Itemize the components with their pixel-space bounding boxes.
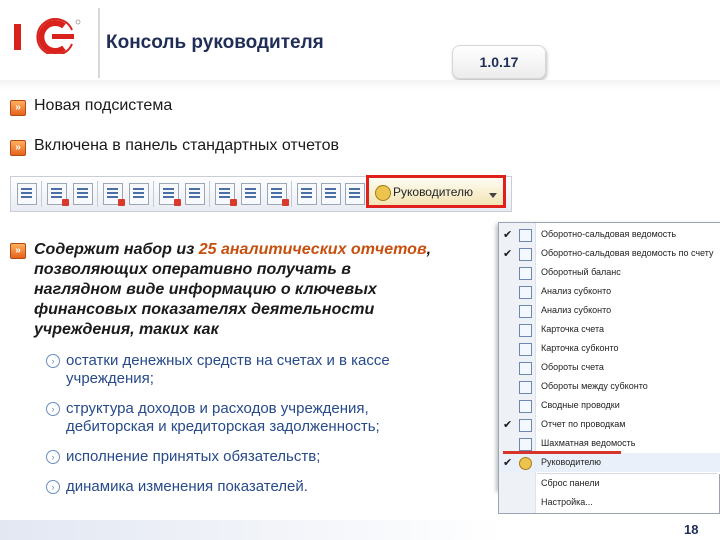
- manager-item-underline: [503, 451, 621, 454]
- checkmark-icon: ✔: [503, 457, 513, 469]
- sub-item-line: учреждения;: [66, 370, 154, 387]
- chevron-down-icon: [489, 193, 497, 198]
- version-badge: 1.0.17: [452, 45, 546, 79]
- toolbar-report-button[interactable]: [345, 183, 365, 205]
- toolbar-report-button[interactable]: [297, 183, 317, 205]
- menu-item[interactable]: Сводные проводки: [499, 396, 720, 415]
- sub-item-line: исполнение принятых обязательств;: [66, 448, 321, 465]
- menu-footer: Сброс панели Настройка...: [498, 474, 720, 514]
- menu-item[interactable]: Анализ субконто: [499, 301, 720, 320]
- description-line1-prefix: Содержит набор из: [34, 241, 199, 258]
- toolbar-separator: [97, 181, 98, 207]
- bullet-text-new-subsystem: Новая подсистема: [34, 97, 173, 114]
- menu-item[interactable]: Карточка субконто: [499, 339, 720, 358]
- checkmark-icon: ✔: [503, 419, 513, 431]
- sub-item: остатки денежных средств на счетах и в к…: [66, 352, 390, 388]
- report-icon: [519, 229, 532, 242]
- bullet-arrow-icon: »: [10, 100, 26, 116]
- toolbar-report-button[interactable]: [73, 183, 93, 205]
- manager-button-label: Руководителю: [393, 185, 474, 199]
- toolbar-separator: [41, 181, 42, 207]
- toolbar-separator: [291, 181, 292, 207]
- reports-dropdown-menu: ✔ Оборотно-сальдовая ведомость ✔ Оборотн…: [498, 222, 720, 490]
- report-icon: [519, 248, 532, 261]
- toolbar-report-button[interactable]: [267, 183, 289, 206]
- description-line: Содержит набор из 25 аналитических отчет…: [34, 240, 431, 260]
- checkmark-icon: ✔: [503, 229, 513, 241]
- menu-item[interactable]: ✔ Оборотно-сальдовая ведомость по счету: [499, 244, 720, 263]
- report-icon: [519, 400, 532, 413]
- 1c-logo: [14, 18, 81, 54]
- report-icon: [519, 343, 532, 356]
- description-line: учреждения, таких как: [34, 321, 219, 338]
- sub-item-line: динамика изменения показателей.: [66, 478, 308, 495]
- chevron-bullet-icon: ›: [46, 480, 60, 494]
- sub-item-line: дебиторская и кредиторская задолженность…: [66, 418, 380, 435]
- menu-item[interactable]: ✔ Оборотно-сальдовая ведомость: [499, 225, 720, 244]
- report-icon: [519, 381, 532, 394]
- report-icon: [519, 419, 532, 432]
- sub-item: динамика изменения показателей.: [66, 478, 308, 496]
- menu-item[interactable]: Оборотный баланс: [499, 263, 720, 282]
- sub-item: структура доходов и расходов учреждения,…: [66, 400, 380, 436]
- bullet-text-standard-reports: Включена в панель стандартных отчетов: [34, 137, 339, 154]
- bullet-arrow-icon: »: [10, 243, 26, 259]
- report-icon: [519, 286, 532, 299]
- sub-item: исполнение принятых обязательств;: [66, 448, 320, 466]
- page-number: 18: [684, 522, 699, 537]
- menu-item[interactable]: Обороты между субконто: [499, 377, 720, 396]
- toolbar-report-button[interactable]: [103, 183, 125, 206]
- report-count-highlight: 25 аналитических отчетов: [198, 241, 427, 258]
- report-icon: [519, 324, 532, 337]
- menu-item[interactable]: Анализ субконто: [499, 282, 720, 301]
- toolbar-report-button[interactable]: [17, 183, 37, 205]
- report-icon: [519, 305, 532, 318]
- checkmark-icon: ✔: [503, 248, 513, 260]
- chevron-bullet-icon: ›: [46, 354, 60, 368]
- description-line: позволяющих оперативно получать в: [34, 261, 351, 278]
- report-icon: [519, 438, 532, 451]
- page-title: Консоль руководителя: [106, 32, 324, 53]
- toolbar-separator: [153, 181, 154, 207]
- header-band: [0, 80, 720, 90]
- description-paragraph: Содержит набор из 25 аналитических отчет…: [34, 240, 431, 340]
- description-line1-suffix: ,: [426, 241, 432, 258]
- menu-item[interactable]: ✔ Отчет по проводкам: [499, 415, 720, 434]
- menu-item[interactable]: Карточка счета: [499, 320, 720, 339]
- description-line: финансовых показателях деятельности: [34, 301, 375, 318]
- header-divider: [98, 8, 100, 78]
- sub-item-line: структура доходов и расходов учреждения,: [66, 400, 369, 417]
- footer-band: [0, 520, 720, 540]
- menu-item-manager[interactable]: ✔ Руководителю: [499, 453, 720, 472]
- bullet-arrow-icon: »: [10, 140, 26, 156]
- sub-item-line: остатки денежных средств на счетах и в к…: [66, 352, 390, 369]
- manager-icon: [519, 457, 532, 470]
- chevron-bullet-icon: ›: [46, 450, 60, 464]
- toolbar-separator: [209, 181, 210, 207]
- manager-icon: [375, 185, 391, 201]
- toolbar-report-button[interactable]: [321, 183, 341, 205]
- report-icon: [519, 362, 532, 375]
- menu-item-settings[interactable]: Настройка...: [499, 493, 720, 512]
- toolbar-report-button[interactable]: [185, 183, 205, 205]
- menu-item[interactable]: Обороты счета: [499, 358, 720, 377]
- manager-reports-button[interactable]: Руководителю: [366, 175, 506, 208]
- toolbar-report-button[interactable]: [129, 183, 149, 205]
- toolbar-report-button[interactable]: [215, 183, 237, 206]
- toolbar-report-button[interactable]: [47, 183, 69, 206]
- chevron-bullet-icon: ›: [46, 402, 60, 416]
- menu-item-reset-panel[interactable]: Сброс панели: [499, 474, 720, 493]
- description-line: наглядном виде информацию о ключевых: [34, 281, 377, 298]
- toolbar-report-button[interactable]: [159, 183, 181, 206]
- report-icon: [519, 267, 532, 280]
- toolbar-report-button[interactable]: [241, 183, 261, 205]
